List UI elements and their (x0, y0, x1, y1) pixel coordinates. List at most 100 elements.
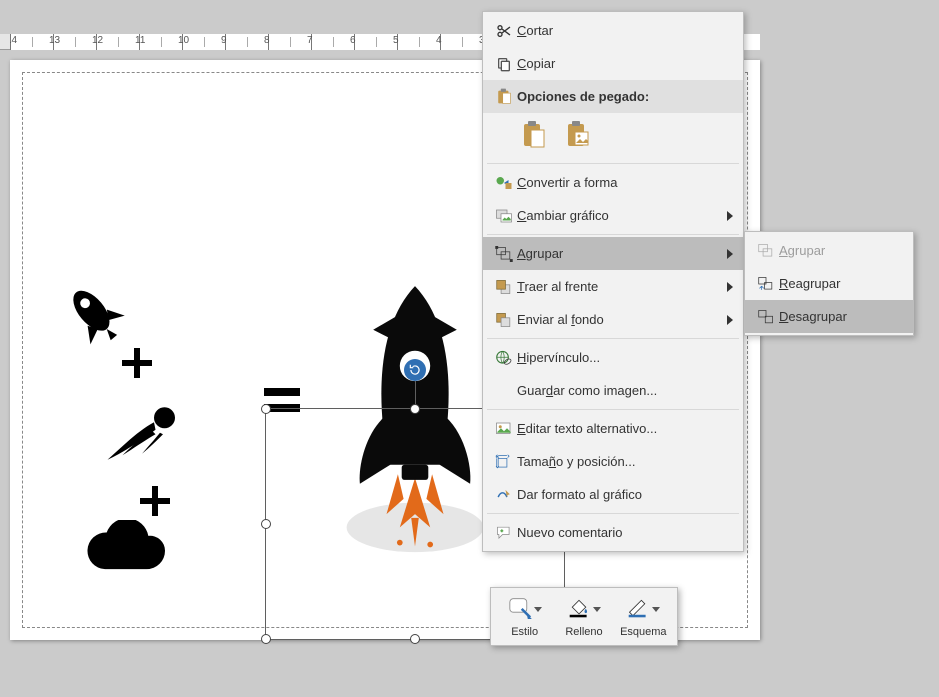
scissors-icon (491, 23, 517, 39)
menu-separator (487, 409, 739, 410)
dropdown-caret-icon (593, 607, 601, 612)
ruler-number: 7 (307, 35, 313, 46)
paste-option-keep-source[interactable] (519, 119, 549, 151)
ruler-number: 8 (264, 35, 270, 46)
mini-outline-button[interactable]: Esquema (616, 594, 671, 641)
dropdown-caret-icon (534, 607, 542, 612)
ruler-tick: 4 (440, 34, 483, 50)
menu-item-label: Cortar (517, 23, 553, 38)
menu-item-label: Guardar como imagen... (517, 383, 657, 398)
change-graphic-icon (491, 208, 517, 224)
globe-link-icon (491, 350, 517, 366)
menu-separator (487, 234, 739, 235)
menu-paste-options-header: Opciones de pegado: (483, 80, 743, 113)
icon-small-rocket (60, 280, 130, 350)
mini-fill-button[interactable]: Relleno (556, 594, 611, 641)
group-icon (753, 243, 779, 259)
icon-comet (100, 400, 190, 470)
menu-item-label: Hipervínculo... (517, 350, 600, 365)
menu-item-send-to-back[interactable]: Enviar al fondo (483, 303, 743, 336)
mini-style-button[interactable]: Estilo (497, 594, 552, 641)
menu-item-size-and-position[interactable]: Tamaño y posición... (483, 445, 743, 478)
menu-item-label: Agrupar (779, 243, 825, 258)
menu-item-format-graphic[interactable]: Dar formato al gráfico (483, 478, 743, 511)
menu-item-label: Editar texto alternativo... (517, 421, 657, 436)
menu-item-copy[interactable]: Copiar (483, 47, 743, 80)
ruler-tick: 14 (10, 34, 53, 50)
menu-item-label: Nuevo comentario (517, 525, 623, 540)
regroup-icon (753, 276, 779, 292)
dropdown-caret-icon (652, 607, 660, 612)
size-position-icon (491, 454, 517, 470)
menu-item-hyperlink[interactable]: Hipervínculo... (483, 341, 743, 374)
ruler-tick: 13 (53, 34, 96, 50)
paste-options-row (483, 113, 743, 161)
plus-icon (138, 484, 172, 518)
ruler-number: 9 (221, 35, 227, 46)
submenu-arrow-icon (727, 315, 733, 325)
copy-icon (491, 56, 517, 72)
mini-button-label: Esquema (620, 626, 666, 638)
resize-handle-w[interactable] (261, 519, 271, 529)
submenu-arrow-icon (727, 211, 733, 221)
submenu-item-group[interactable]: Agrupar (745, 234, 913, 267)
plus-icon (120, 346, 154, 380)
outline-pen-icon (626, 597, 650, 622)
ruler-number: 6 (350, 35, 356, 46)
bring-front-icon (491, 279, 517, 295)
menu-item-label: Agrupar (517, 246, 563, 261)
convert-shape-icon (491, 175, 517, 191)
resize-handle-s[interactable] (410, 634, 420, 644)
mini-button-label: Relleno (565, 626, 602, 638)
style-icon (508, 597, 532, 622)
ruler-tick: 9 (225, 34, 268, 50)
resize-handle-n[interactable] (410, 404, 420, 414)
ruler-tick: 10 (182, 34, 225, 50)
alt-text-icon (491, 421, 517, 437)
ruler-number: 13 (49, 35, 60, 46)
menu-item-bring-to-front[interactable]: Traer al frente (483, 270, 743, 303)
menu-item-save-as-image[interactable]: Guardar como imagen... (483, 374, 743, 407)
menu-item-group[interactable]: Agrupar (483, 237, 743, 270)
submenu-item-ungroup[interactable]: Desagrupar (745, 300, 913, 333)
submenu-arrow-icon (727, 282, 733, 292)
menu-separator (487, 163, 739, 164)
ruler-number: 14 (10, 35, 17, 46)
menu-item-label: Copiar (517, 56, 555, 71)
menu-item-label: Enviar al fondo (517, 312, 604, 327)
icon-cloud (80, 520, 180, 580)
comment-icon (491, 525, 517, 541)
ruler-tick: 5 (397, 34, 440, 50)
group-submenu[interactable]: Agrupar Reagrupar Desagrupar (744, 231, 914, 336)
menu-item-edit-alt-text[interactable]: Editar texto alternativo... (483, 412, 743, 445)
menu-item-label: Tamaño y posición... (517, 454, 636, 469)
menu-item-label: Opciones de pegado: (517, 89, 649, 104)
paste-option-picture[interactable] (563, 119, 593, 151)
submenu-item-regroup[interactable]: Reagrupar (745, 267, 913, 300)
menu-separator (487, 513, 739, 514)
group-icon (491, 246, 517, 262)
format-graphic-icon (491, 487, 517, 503)
submenu-arrow-icon (727, 249, 733, 259)
menu-item-new-comment[interactable]: Nuevo comentario (483, 516, 743, 549)
menu-item-convert-to-shape[interactable]: Convertir a forma (483, 166, 743, 199)
menu-item-label: Cambiar gráfico (517, 208, 609, 223)
context-menu[interactable]: Cortar Copiar Opciones de pegado: Conver… (482, 11, 744, 552)
rotation-handle[interactable] (404, 359, 426, 381)
ruler-tick: 7 (311, 34, 354, 50)
menu-item-label: Traer al frente (517, 279, 598, 294)
menu-item-change-graphic[interactable]: Cambiar gráfico (483, 199, 743, 232)
ruler-number: 5 (393, 35, 399, 46)
ruler-tick: 6 (354, 34, 397, 50)
mini-format-toolbar[interactable]: Estilo Relleno Esquema (490, 587, 678, 646)
ruler-tick: 12 (96, 34, 139, 50)
ruler-number: 10 (178, 35, 189, 46)
menu-item-label: Reagrupar (779, 276, 840, 291)
mini-button-label: Estilo (511, 626, 538, 638)
ruler-number: 12 (92, 35, 103, 46)
resize-handle-sw[interactable] (261, 634, 271, 644)
resize-handle-nw[interactable] (261, 404, 271, 414)
menu-item-label: Dar formato al gráfico (517, 487, 642, 502)
menu-item-cut[interactable]: Cortar (483, 14, 743, 47)
send-back-icon (491, 312, 517, 328)
